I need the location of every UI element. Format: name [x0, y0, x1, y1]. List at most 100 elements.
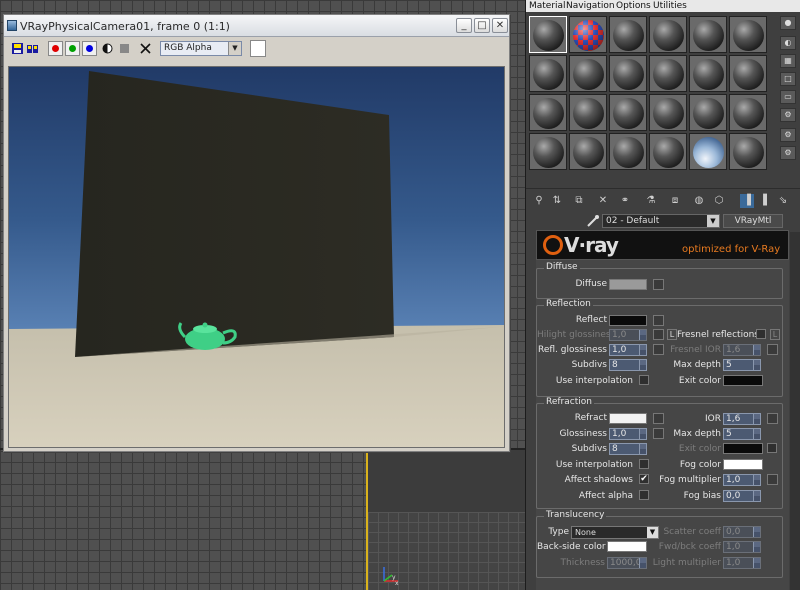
- material-slot[interactable]: [649, 55, 687, 92]
- refr-exit-color-checkbox[interactable]: [767, 443, 777, 453]
- refl-interpolation-checkbox[interactable]: [639, 375, 649, 385]
- pick-material-icon[interactable]: ⇘: [776, 194, 790, 208]
- refl-exit-color-swatch[interactable]: [723, 375, 763, 386]
- menu-navigation[interactable]: Navigation: [566, 0, 615, 12]
- light-multiplier-spinner[interactable]: 1,0: [723, 557, 761, 569]
- vray-frame-buffer-window[interactable]: VRayPhysicalCamera01, frame 0 (1:1) _ □ …: [3, 14, 510, 452]
- assign-material-icon[interactable]: ⧉: [572, 194, 586, 208]
- material-slot[interactable]: [729, 133, 767, 170]
- blue-channel-toggle[interactable]: [82, 41, 97, 56]
- fresnel-reflections-checkbox[interactable]: [756, 329, 766, 339]
- material-id-icon[interactable]: ⧈: [668, 194, 682, 208]
- put-to-library-icon[interactable]: ⚗: [644, 194, 658, 208]
- eyedropper-icon[interactable]: [586, 214, 600, 228]
- refr-subdivs-spinner[interactable]: 8: [609, 443, 647, 455]
- material-slot[interactable]: [569, 133, 607, 170]
- material-slot[interactable]: [689, 133, 727, 170]
- reflect-color-swatch[interactable]: [609, 315, 647, 326]
- material-slot[interactable]: [529, 133, 567, 170]
- affect-shadows-checkbox[interactable]: ✔: [639, 474, 649, 484]
- fog-multiplier-spinner[interactable]: 1,0: [723, 474, 761, 486]
- reset-map-icon[interactable]: ✕: [596, 194, 610, 208]
- alpha-toggle-icon[interactable]: [118, 42, 131, 55]
- fresnel-lock-button[interactable]: L: [770, 329, 780, 340]
- material-name-field[interactable]: 02 - Default ▼: [602, 214, 720, 228]
- go-to-parent-icon[interactable]: ▐: [740, 194, 754, 208]
- refract-color-swatch[interactable]: [609, 413, 647, 424]
- scatter-coeff-spinner[interactable]: 0,0: [723, 526, 761, 538]
- material-slot[interactable]: [529, 16, 567, 53]
- show-end-result-icon[interactable]: ⬡: [712, 194, 726, 208]
- refr-exit-color-swatch[interactable]: [723, 443, 763, 454]
- select-by-material-icon[interactable]: ⚙: [780, 146, 796, 160]
- maximize-button[interactable]: □: [474, 18, 490, 33]
- fresnel-ior-map-button[interactable]: [767, 344, 778, 355]
- material-slot[interactable]: [729, 16, 767, 53]
- background-icon[interactable]: ▦: [780, 54, 796, 68]
- menu-utilities[interactable]: Utilities: [653, 0, 687, 12]
- sample-type-icon[interactable]: ●: [780, 16, 796, 30]
- material-slot[interactable]: [729, 94, 767, 131]
- refract-map-button[interactable]: [653, 413, 664, 424]
- refl-glossiness-spinner[interactable]: 1,0: [609, 344, 647, 356]
- ior-spinner[interactable]: 1,6: [723, 413, 761, 425]
- mono-toggle-icon[interactable]: [101, 42, 114, 55]
- thickness-spinner[interactable]: 1000,0: [607, 557, 647, 569]
- channel-select[interactable]: RGB Alpha ▼: [160, 41, 242, 56]
- get-material-icon[interactable]: ⚲: [532, 194, 546, 208]
- material-slot[interactable]: [569, 94, 607, 131]
- material-slot[interactable]: [529, 55, 567, 92]
- diffuse-map-button[interactable]: [653, 279, 664, 290]
- fwd-bck-coeff-spinner[interactable]: 1,0: [723, 541, 761, 553]
- material-slot[interactable]: [729, 55, 767, 92]
- fog-color-swatch[interactable]: [723, 459, 763, 470]
- uv-tiling-icon[interactable]: □: [780, 72, 796, 86]
- put-to-scene-icon[interactable]: ⇅: [550, 194, 564, 208]
- fog-bias-spinner[interactable]: 0,0: [723, 490, 761, 502]
- material-slot[interactable]: [609, 55, 647, 92]
- reflect-map-button[interactable]: [653, 315, 664, 326]
- rollout-scrollbar[interactable]: [790, 232, 800, 590]
- options-icon[interactable]: ⚙: [780, 128, 796, 142]
- material-slot[interactable]: [529, 94, 567, 131]
- refl-glossiness-map-button[interactable]: [653, 344, 664, 355]
- material-slot[interactable]: [649, 94, 687, 131]
- material-slot[interactable]: [569, 16, 607, 53]
- material-slot[interactable]: [649, 133, 687, 170]
- make-unique-icon[interactable]: ⚭: [618, 194, 632, 208]
- diffuse-color-swatch[interactable]: [609, 279, 647, 290]
- save-image-icon[interactable]: [11, 42, 24, 55]
- clear-image-icon[interactable]: [139, 42, 152, 55]
- show-in-viewport-icon[interactable]: ◍: [692, 194, 706, 208]
- fresnel-ior-spinner[interactable]: 1,6: [723, 344, 761, 356]
- red-channel-toggle[interactable]: [48, 41, 63, 56]
- menu-options[interactable]: Options: [616, 0, 651, 12]
- material-type-button[interactable]: VRayMtl: [723, 214, 783, 228]
- backlight-icon[interactable]: ◐: [780, 36, 796, 50]
- refr-glossiness-spinner[interactable]: 1,0: [609, 428, 647, 440]
- hilight-lock-button[interactable]: L: [667, 329, 677, 340]
- close-button[interactable]: ✕: [492, 18, 508, 33]
- refr-glossiness-map-button[interactable]: [653, 428, 664, 439]
- vfb-color-swatch[interactable]: [250, 40, 266, 57]
- vfb-titlebar[interactable]: VRayPhysicalCamera01, frame 0 (1:1) _ □ …: [4, 15, 509, 37]
- back-side-color-swatch[interactable]: [607, 541, 647, 552]
- material-slot[interactable]: [689, 16, 727, 53]
- refl-subdivs-spinner[interactable]: 8: [609, 359, 647, 371]
- green-channel-toggle[interactable]: [65, 41, 80, 56]
- material-slot[interactable]: [649, 16, 687, 53]
- translucency-type-dropdown[interactable]: None ▼: [571, 526, 659, 539]
- material-slot[interactable]: [609, 16, 647, 53]
- material-slot[interactable]: [609, 94, 647, 131]
- hilight-glossiness-map-button[interactable]: [653, 329, 664, 340]
- clone-image-icon[interactable]: [26, 42, 39, 55]
- fog-multiplier-map-button[interactable]: [767, 474, 778, 485]
- make-preview-icon[interactable]: ⚙: [780, 108, 796, 122]
- material-slot[interactable]: [689, 94, 727, 131]
- video-color-check-icon[interactable]: ▭: [780, 90, 796, 104]
- ior-map-button[interactable]: [767, 413, 778, 424]
- hilight-glossiness-spinner[interactable]: 1,0: [609, 329, 647, 341]
- minimize-button[interactable]: _: [456, 18, 472, 33]
- material-slot[interactable]: [609, 133, 647, 170]
- menu-material[interactable]: Material: [529, 0, 566, 12]
